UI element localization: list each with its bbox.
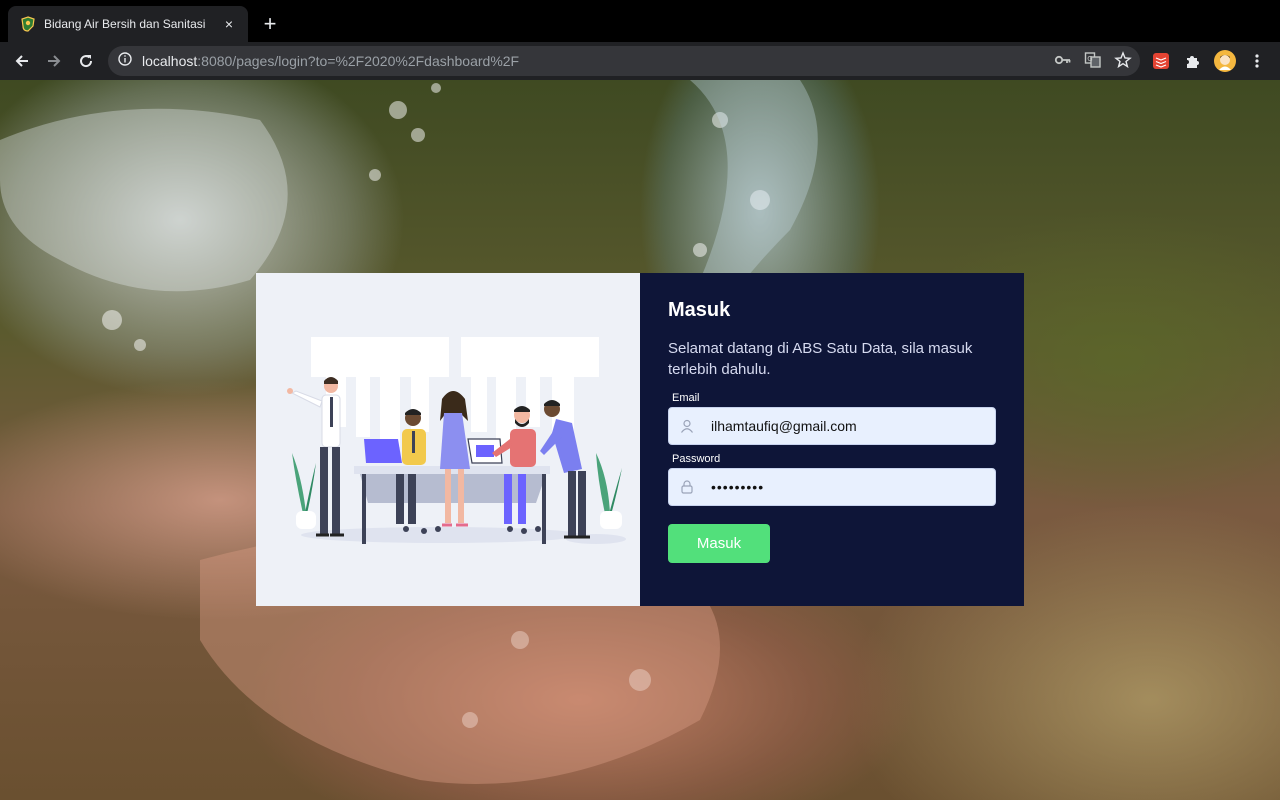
password-field[interactable] xyxy=(668,468,996,506)
todoist-extension-icon[interactable] xyxy=(1150,50,1172,72)
team-meeting-illustration xyxy=(287,337,626,544)
illustration-panel xyxy=(256,273,640,606)
password-label: Password xyxy=(672,453,721,465)
address-bar[interactable]: localhost:8080/pages/login?to=%2F2020%2F… xyxy=(108,46,1140,76)
password-input[interactable] xyxy=(705,469,995,505)
new-tab-button[interactable]: + xyxy=(258,12,282,36)
tab-strip: Bidang Air Bersih dan Sanitasi × + xyxy=(0,0,1280,42)
forward-icon[interactable] xyxy=(42,49,66,73)
browser-tab[interactable]: Bidang Air Bersih dan Sanitasi × xyxy=(8,6,248,42)
email-input[interactable] xyxy=(705,408,995,444)
login-heading: Masuk xyxy=(668,299,731,321)
url-text: localhost:8080/pages/login?to=%2F2020%2F… xyxy=(142,53,519,69)
user-icon xyxy=(669,407,705,445)
tab-close-icon[interactable]: × xyxy=(220,16,238,32)
puzzle-icon[interactable] xyxy=(1182,50,1204,72)
email-field[interactable] xyxy=(668,407,996,445)
menu-dots-icon[interactable] xyxy=(1246,50,1268,72)
login-submit-button[interactable]: Masuk xyxy=(668,524,770,563)
email-label: Email xyxy=(672,392,700,404)
url-host: localhost xyxy=(142,53,198,69)
login-form-panel: Masuk Selamat datang di ABS Satu Data, s… xyxy=(640,273,1024,606)
url-path: :8080/pages/login?to=%2F2020%2Fdashboard… xyxy=(197,53,520,69)
info-icon[interactable] xyxy=(118,51,132,71)
welcome-text: Selamat datang di ABS Satu Data, sila ma… xyxy=(668,340,973,378)
back-icon[interactable] xyxy=(10,49,34,73)
star-icon[interactable] xyxy=(1114,51,1132,74)
key-icon[interactable] xyxy=(1054,51,1072,74)
profile-avatar[interactable] xyxy=(1214,50,1236,72)
lock-icon xyxy=(669,468,705,506)
svg-text:G: G xyxy=(1087,55,1092,63)
reload-icon[interactable] xyxy=(74,49,98,73)
page-background: Masuk Selamat datang di ABS Satu Data, s… xyxy=(0,80,1280,800)
site-logo-icon xyxy=(20,16,36,32)
browser-toolbar: localhost:8080/pages/login?to=%2F2020%2F… xyxy=(0,42,1280,80)
translate-icon[interactable]: G xyxy=(1084,51,1102,74)
login-card: Masuk Selamat datang di ABS Satu Data, s… xyxy=(256,273,1024,606)
tab-title: Bidang Air Bersih dan Sanitasi xyxy=(44,17,206,31)
